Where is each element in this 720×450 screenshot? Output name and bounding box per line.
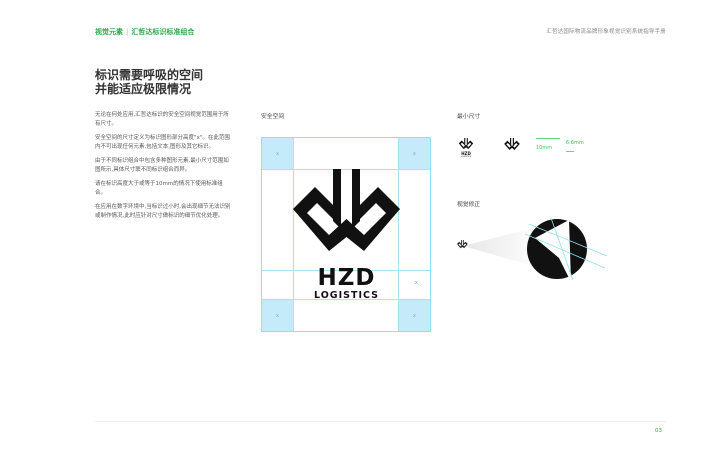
safe-zone-corner: x <box>399 300 430 331</box>
x-marker: x <box>413 312 416 319</box>
x-marker: x <box>414 280 418 286</box>
min-size-logo-mark <box>503 137 521 151</box>
dimension-line <box>566 151 574 152</box>
hzd-logo-mark-icon <box>293 169 400 251</box>
safe-zone-corner: x <box>262 300 293 331</box>
min-size-full-dimension: 10mm <box>536 145 553 151</box>
safe-space-label: 安全空间 <box>261 114 285 120</box>
paragraph: 在应用在数字环境中,当标识过小时,会出现细节无法识别或制作情况,此时应针对尺寸做… <box>95 204 231 219</box>
hzd-logo-mark-icon <box>457 240 468 249</box>
min-size-logo-full: HZD LOGISTICS <box>457 138 475 160</box>
hzd-logo: HZD LOGISTICS <box>293 169 400 302</box>
paragraph: 无论在何处应用,汇哲达标识的安全空间视觉范围用于所有尺寸。 <box>95 112 229 127</box>
body-text: 无论在何处应用,汇哲达标识的安全空间视觉范围用于所有尺寸。 安全空间的尺寸定义为… <box>95 111 231 226</box>
header-separator: | <box>126 28 129 36</box>
paragraph: 由于不同标识组合中包含多种图形元素,最小尺寸范围如图所示,具体尺寸联不同标识组合… <box>95 158 229 173</box>
safe-zone-corner: x <box>399 138 430 169</box>
magnify-beam <box>463 228 533 266</box>
paragraph: 请在标识高度大于或等于10mm的情况下使用标准组合。 <box>95 181 223 196</box>
logo-tagline: LOGISTICS <box>314 290 379 301</box>
visual-correction-diagram <box>457 218 608 282</box>
mini-logo-tagline: LOGISTICS <box>460 156 472 158</box>
hzd-logo-mark-icon <box>504 138 520 150</box>
safe-zone-corner: x <box>262 138 293 169</box>
visual-correction-label: 视觉修正 <box>457 202 481 208</box>
page-title: 标识需要呼吸的空间 并能适应极限情况 <box>95 68 203 96</box>
page-title-line-2: 并能适应极限情况 <box>95 82 192 96</box>
x-marker: x <box>413 150 416 157</box>
paragraph: 安全空间的尺寸定义为标识图形部分高度"x"。在此范围内不可出现任何元素,包括文本… <box>95 135 230 150</box>
section-header: 视觉元素 | 汇哲达标识标准组合 <box>95 27 194 37</box>
page-title-line-1: 标识需要呼吸的空间 <box>95 68 204 82</box>
footer-divider <box>95 421 666 422</box>
min-size-label: 最小尺寸 <box>457 114 481 120</box>
x-marker: x <box>276 150 279 157</box>
subsection-name: 汇哲达标识标准组合 <box>131 28 195 36</box>
logo-name: HZD <box>317 265 376 291</box>
section-name: 视觉元素 <box>95 28 123 36</box>
safe-space-diagram: x x x x x HZD LOGISTICS <box>261 137 431 332</box>
x-marker: x <box>276 312 279 319</box>
hzd-logo-mark-icon <box>458 138 474 150</box>
manual-title: 汇哲达国际物流品牌形象视觉识别系统指导手册 <box>546 29 666 35</box>
dimension-line <box>536 138 560 139</box>
min-size-mark-dimension: 6.6mm <box>566 140 584 146</box>
page-number: 03 <box>655 428 662 434</box>
